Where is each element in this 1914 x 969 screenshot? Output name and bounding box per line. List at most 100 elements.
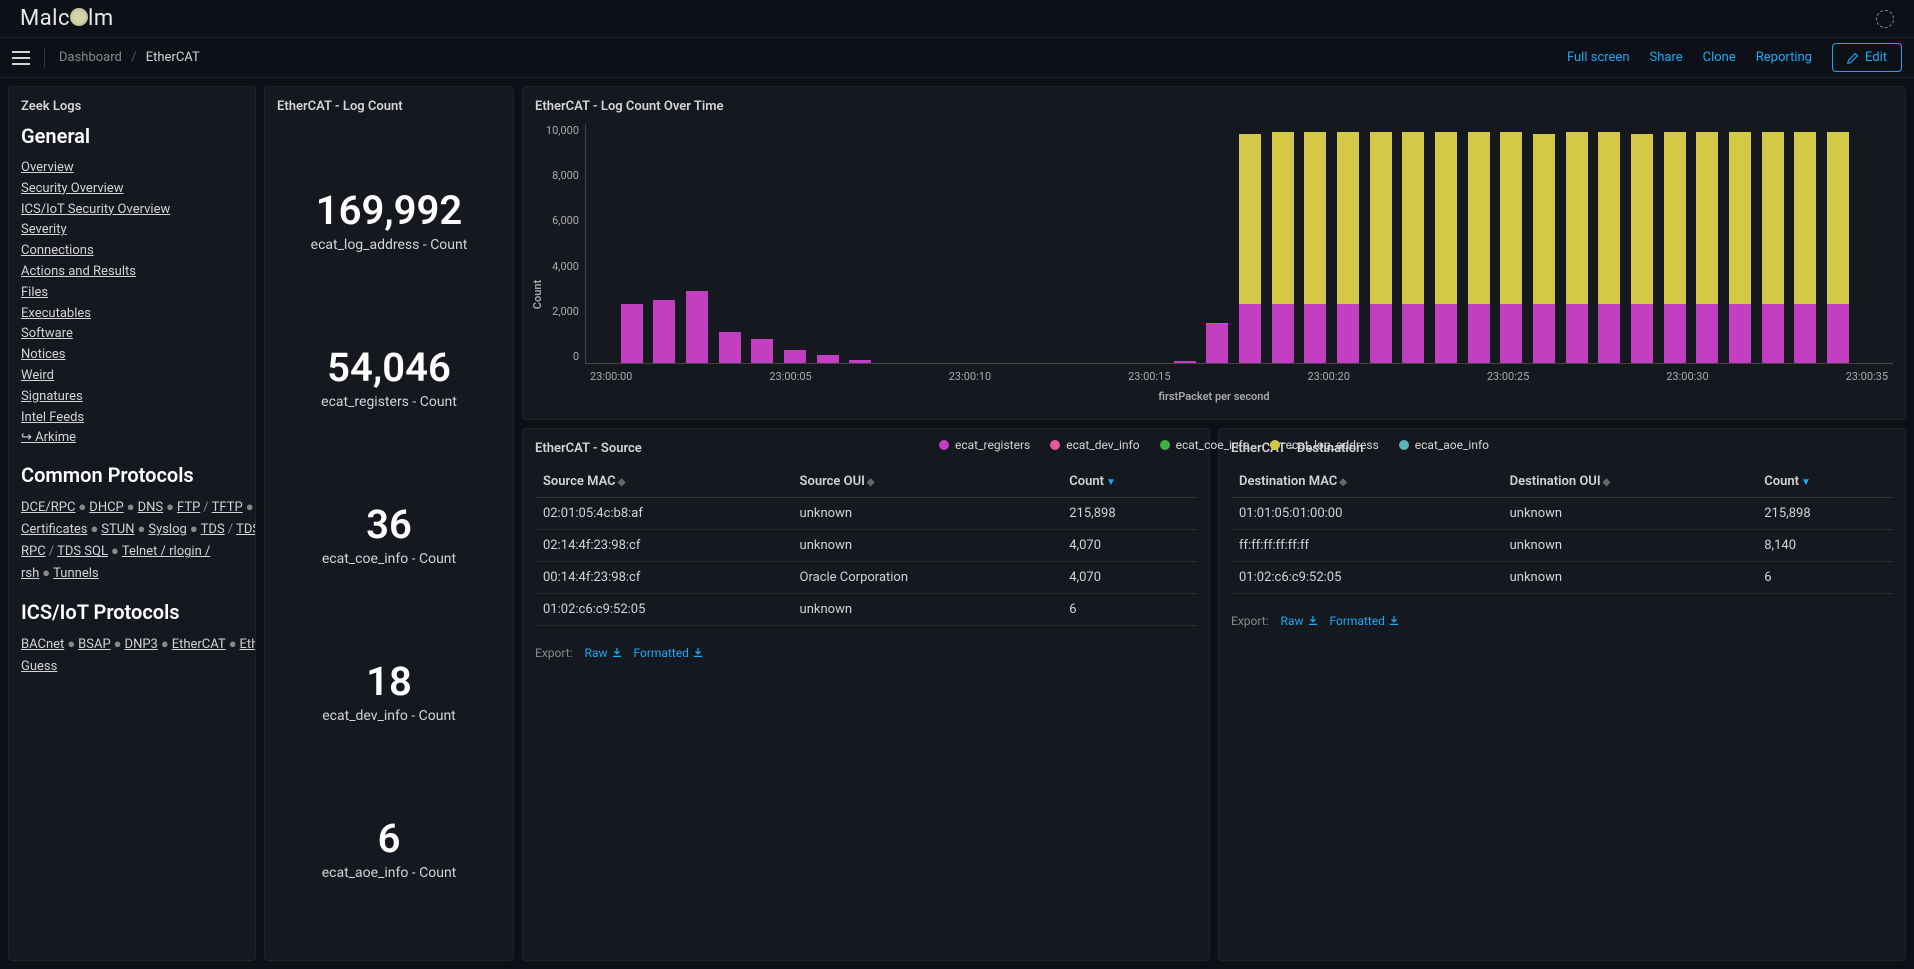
sidebar-link[interactable]: Actions and Results [21, 264, 136, 279]
protocol-link[interactable]: EtherNet/IP [240, 637, 256, 652]
sidebar-link[interactable]: Notices [21, 347, 66, 362]
table-row[interactable]: 01:01:05:01:00:00unknown215,898 [1231, 498, 1893, 530]
protocol-link[interactable]: EtherCAT [172, 637, 226, 652]
sidebar-link[interactable]: Weird [21, 368, 54, 383]
col-dest-oui[interactable]: Destination OUI◆ [1502, 466, 1757, 498]
chart-bar[interactable] [1566, 132, 1588, 363]
chart-bar[interactable] [719, 332, 741, 363]
chart-bar[interactable] [653, 300, 675, 363]
protocol-link[interactable]: DCE/RPC [21, 500, 75, 515]
chart-bar[interactable] [1337, 132, 1359, 363]
chart-bar[interactable] [1500, 132, 1522, 363]
legend-item[interactable]: ecat_registers [939, 438, 1030, 452]
chart-bar[interactable] [1304, 132, 1326, 363]
chart-bar[interactable] [1794, 132, 1816, 363]
y-tick: 6,000 [552, 214, 579, 227]
chart-bar[interactable] [1402, 132, 1424, 363]
y-axis: 10,0008,0006,0004,0002,0000 [535, 124, 585, 364]
sidebar-link[interactable]: Security Overview [21, 181, 123, 196]
table-row[interactable]: 00:14:4f:23:98:cfOracle Corporation4,070 [535, 562, 1197, 594]
protocol-link[interactable]: Syslog [148, 522, 186, 537]
legend-item[interactable]: ecat_coe_info [1160, 438, 1250, 452]
chart-bar[interactable] [1631, 134, 1653, 363]
chart-bar[interactable] [1533, 134, 1555, 363]
sidebar-link[interactable]: Signatures [21, 389, 83, 404]
chart-bar[interactable] [1468, 132, 1490, 363]
legend-item[interactable]: ecat_dev_info [1050, 438, 1139, 452]
export-raw-link[interactable]: Raw [585, 646, 622, 660]
protocol-link[interactable]: Tunnels [53, 566, 98, 581]
legend-label: ecat_aoe_info [1415, 438, 1489, 452]
protocol-link[interactable]: TDS SQL [57, 544, 108, 559]
col-source-mac[interactable]: Source MAC◆ [535, 466, 792, 498]
edit-button[interactable]: Edit [1832, 43, 1902, 72]
chart-bar[interactable] [1174, 361, 1196, 363]
chart-bar[interactable] [1206, 323, 1228, 363]
sidebar-link[interactable]: ↪ Arkime [21, 430, 76, 445]
protocol-link[interactable]: FTP [177, 500, 200, 515]
chart-bar[interactable] [849, 360, 871, 363]
protocol-link[interactable]: TDS [201, 522, 225, 537]
sidebar-link[interactable]: Intel Feeds [21, 410, 84, 425]
chart-bar[interactable] [686, 291, 708, 363]
protocol-link[interactable]: BSAP [78, 637, 111, 652]
protocol-link[interactable]: DHCP [89, 500, 123, 515]
share-link[interactable]: Share [1650, 50, 1683, 65]
panel-title: EtherCAT - Log Count Over Time [535, 99, 1893, 114]
cell-oui: Oracle Corporation [792, 562, 1062, 594]
clone-link[interactable]: Clone [1703, 50, 1736, 65]
menu-toggle-icon[interactable] [12, 51, 30, 65]
chart-bar[interactable] [1729, 132, 1751, 363]
chart-plot[interactable] [585, 124, 1893, 364]
sidebar-link[interactable]: Connections [21, 243, 94, 258]
table-row[interactable]: ff:ff:ff:ff:ff:ffunknown8,140 [1231, 530, 1893, 562]
col-count[interactable]: Count▼ [1061, 466, 1197, 498]
protocol-link[interactable]: BACnet [21, 637, 64, 652]
legend-label: ecat_dev_info [1066, 438, 1139, 452]
cell-count: 215,898 [1756, 498, 1893, 530]
chart-bar[interactable] [1370, 132, 1392, 363]
protocol-link[interactable]: DNP3 [125, 637, 158, 652]
chart-bar[interactable] [1827, 132, 1849, 363]
export-formatted-link[interactable]: Formatted [634, 646, 703, 660]
chart-bar[interactable] [751, 339, 773, 363]
app-logo: Malclm [20, 6, 114, 31]
table-row[interactable]: 02:01:05:4c:b8:afunknown215,898 [535, 498, 1197, 530]
fullscreen-link[interactable]: Full screen [1567, 50, 1630, 65]
col-source-oui[interactable]: Source OUI◆ [792, 466, 1062, 498]
table-row[interactable]: 02:14:4f:23:98:cfunknown4,070 [535, 530, 1197, 562]
general-links: Overview Security Overview ICS/IoT Securit… [21, 158, 243, 449]
sidebar-link[interactable]: ICS/IoT Security Overview [21, 202, 170, 217]
legend-item[interactable]: ecat_aoe_info [1399, 438, 1489, 452]
export-formatted-link[interactable]: Formatted [1330, 614, 1399, 628]
chart-bar[interactable] [621, 304, 643, 363]
chart-bar[interactable] [1598, 132, 1620, 363]
chart-bar[interactable] [1762, 132, 1784, 363]
protocol-link[interactable]: DNS [138, 500, 164, 515]
export-raw-link[interactable]: Raw [1281, 614, 1318, 628]
legend-item[interactable]: ecat_log_address [1270, 438, 1379, 452]
col-dest-mac[interactable]: Destination MAC◆ [1231, 466, 1502, 498]
chart-bar[interactable] [1272, 132, 1294, 363]
col-count[interactable]: Count▼ [1756, 466, 1893, 498]
breadcrumb-root[interactable]: Dashboard [59, 50, 122, 65]
cell-oui: unknown [792, 594, 1062, 626]
reporting-link[interactable]: Reporting [1756, 50, 1812, 65]
chart-bar[interactable] [817, 355, 839, 363]
table-row[interactable]: 01:02:c6:c9:52:05unknown6 [1231, 562, 1893, 594]
table-row[interactable]: 01:02:c6:c9:52:05unknown6 [535, 594, 1197, 626]
protocol-link[interactable]: STUN [101, 522, 134, 537]
legend-dot-icon [1050, 440, 1060, 450]
sidebar-link[interactable]: Files [21, 285, 48, 300]
sidebar-link[interactable]: Overview [21, 160, 74, 175]
sidebar-link[interactable]: Executables [21, 306, 91, 321]
chart-bar[interactable] [1435, 132, 1457, 363]
chart-bar[interactable] [1696, 132, 1718, 363]
sidebar-link[interactable]: Severity [21, 222, 67, 237]
chart-bar[interactable] [1664, 132, 1686, 363]
chart-bar[interactable] [784, 350, 806, 363]
chart-bar[interactable] [1239, 134, 1261, 363]
help-icon[interactable] [1876, 10, 1894, 28]
sidebar-link[interactable]: Software [21, 326, 73, 341]
protocol-link[interactable]: TFTP [212, 500, 243, 515]
